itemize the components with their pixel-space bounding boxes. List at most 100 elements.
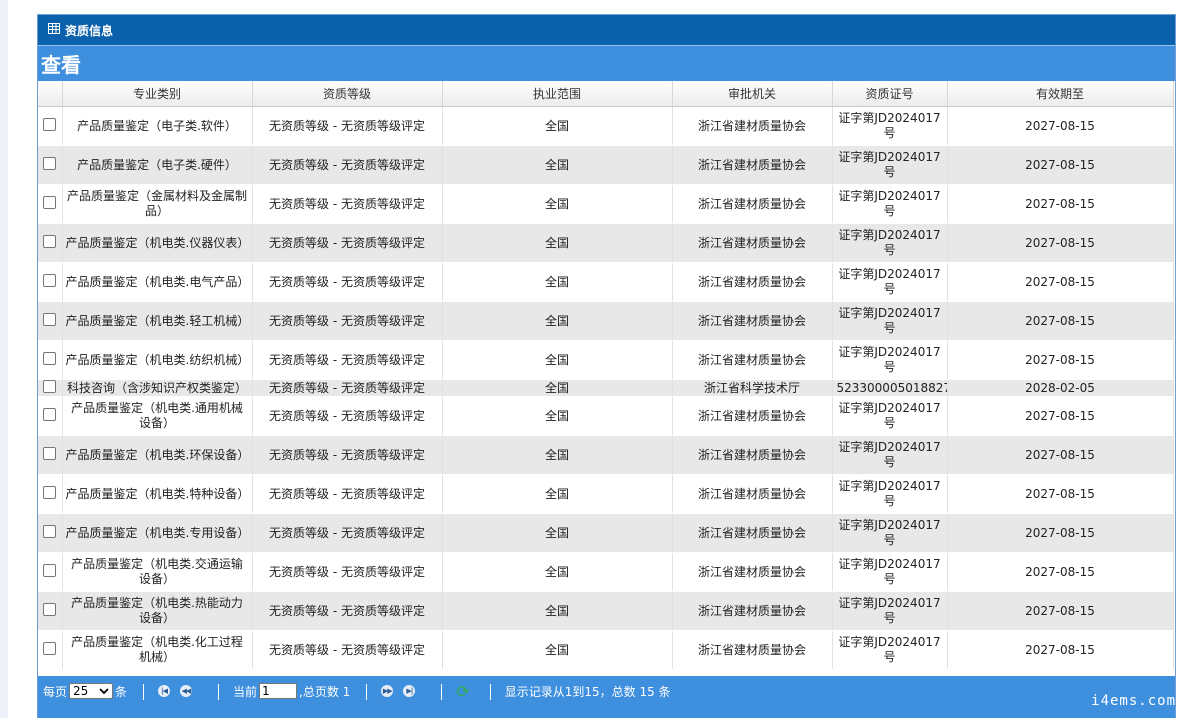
records-text: 显示记录从1到15，总数 15 条 xyxy=(504,684,671,699)
cell-level: 无资质等级 - 无资质等级评定 xyxy=(252,379,443,397)
row-checkbox[interactable] xyxy=(43,563,57,577)
cell-expiry: 2027-08-15 xyxy=(947,340,1174,380)
row-checkbox-cell xyxy=(38,552,63,592)
cell-scope: 全国 xyxy=(442,591,673,631)
cell-authority: 浙江省建材质量协会 xyxy=(672,474,833,514)
cell-category: 产品质量鉴定（机电类.特种设备） xyxy=(62,474,253,514)
prev-page-icon[interactable]: ◀◀ xyxy=(180,685,193,697)
cell-scope: 全国 xyxy=(442,223,673,263)
row-checkbox-cell xyxy=(38,474,63,514)
table-row[interactable]: 产品质量鉴定（机电类.仪器仪表） 无资质等级 - 无资质等级评定 全国 浙江省建材质量… xyxy=(38,223,1174,263)
cell-scope: 全国 xyxy=(442,340,673,380)
header-authority[interactable]: 审批机关 xyxy=(672,81,833,107)
row-checkbox[interactable] xyxy=(43,312,57,326)
cell-authority: 浙江省建材质量协会 xyxy=(672,513,833,553)
pager-separator xyxy=(143,684,145,700)
first-page-icon[interactable]: |◀ xyxy=(158,685,171,697)
table-row[interactable]: 产品质量鉴定（金属材料及金属制品） 无资质等级 - 无资质等级评定 全国 浙江省建材质… xyxy=(38,184,1174,224)
table-row[interactable]: 产品质量鉴定（机电类.环保设备） 无资质等级 - 无资质等级评定 全国 浙江省建材质量… xyxy=(38,435,1174,475)
cell-scope: 全国 xyxy=(442,145,673,185)
cell-cert-no: 证字第JD2024017号 xyxy=(832,591,948,631)
per-page-select[interactable]: 25 xyxy=(69,683,114,699)
pager-bar: 每页 25 条 |◀ ◀◀ 当前 1 ,总页数 1 ▶▶ ▶| ⟳ 显示记录从1… xyxy=(38,676,1175,718)
cell-cert-no: 证字第JD2024017号 xyxy=(832,262,948,302)
row-checkbox-cell xyxy=(38,435,63,475)
table-row[interactable]: 产品质量鉴定（机电类.交通运输设备） 无资质等级 - 无资质等级评定 全国 浙江省建材… xyxy=(38,552,1174,592)
header-expiry[interactable]: 有效期至 xyxy=(947,81,1174,107)
header-cert-no[interactable]: 资质证号 xyxy=(832,81,948,107)
cell-scope: 全国 xyxy=(442,513,673,553)
cell-expiry: 2027-08-15 xyxy=(947,552,1174,592)
row-checkbox-cell xyxy=(38,106,63,146)
row-checkbox-cell xyxy=(38,340,63,380)
row-checkbox-cell xyxy=(38,301,63,341)
table-row[interactable]: 产品质量鉴定（机电类.专用设备） 无资质等级 - 无资质等级评定 全国 浙江省建材质量… xyxy=(38,513,1174,553)
row-checkbox[interactable] xyxy=(43,117,57,131)
refresh-icon[interactable]: ⟳ xyxy=(456,682,469,701)
table-row[interactable]: 产品质量鉴定（电子类.硬件） 无资质等级 - 无资质等级评定 全国 浙江省建材质量协会… xyxy=(38,145,1174,185)
cell-category: 产品质量鉴定（机电类.环保设备） xyxy=(62,435,253,475)
table-row[interactable]: 产品质量鉴定（机电类.通用机械设备） 无资质等级 - 无资质等级评定 全国 浙江省建材… xyxy=(38,396,1174,436)
cell-expiry: 2027-08-15 xyxy=(947,184,1174,224)
table-row[interactable]: 产品质量鉴定（机电类.纺织机械） 无资质等级 - 无资质等级评定 全国 浙江省建材质量… xyxy=(38,340,1174,380)
table-row[interactable]: 产品质量鉴定（机电类.轻工机械） 无资质等级 - 无资质等级评定 全国 浙江省建材质量… xyxy=(38,301,1174,341)
cell-expiry: 2027-08-15 xyxy=(947,223,1174,263)
header-checkbox-col xyxy=(38,81,63,107)
cell-category: 产品质量鉴定（机电类.专用设备） xyxy=(62,513,253,553)
row-checkbox[interactable] xyxy=(43,195,57,209)
cell-category: 产品质量鉴定（机电类.通用机械设备） xyxy=(62,396,253,436)
cell-level: 无资质等级 - 无资质等级评定 xyxy=(252,552,443,592)
table-row[interactable]: 产品质量鉴定（机电类.电气产品） 无资质等级 - 无资质等级评定 全国 浙江省建材质量… xyxy=(38,262,1174,302)
cell-level: 无资质等级 - 无资质等级评定 xyxy=(252,145,443,185)
table-row[interactable]: 产品质量鉴定（机电类.热能动力设备） 无资质等级 - 无资质等级评定 全国 浙江省建材… xyxy=(38,591,1174,631)
last-page-icon[interactable]: ▶| xyxy=(403,685,416,697)
current-page-group: 当前 1 ,总页数 1 xyxy=(233,680,350,702)
qualification-panel: 资质信息 查看 专业类别 资质等级 执业范围 审批机关 资质证号 有效期至 产品… xyxy=(37,14,1176,718)
cell-category: 产品质量鉴定（机电类.化工过程机械） xyxy=(62,630,253,670)
row-checkbox[interactable] xyxy=(43,524,57,538)
cell-category: 产品质量鉴定（机电类.轻工机械） xyxy=(62,301,253,341)
cell-category: 科技咨询（含涉知识产权类鉴定） xyxy=(62,379,253,397)
row-checkbox[interactable] xyxy=(43,379,57,393)
qualification-grid: 专业类别 资质等级 执业范围 审批机关 资质证号 有效期至 产品质量鉴定（电子类… xyxy=(38,81,1175,676)
header-level[interactable]: 资质等级 xyxy=(252,81,443,107)
cell-category: 产品质量鉴定（机电类.仪器仪表） xyxy=(62,223,253,263)
panel-header: 资质信息 xyxy=(38,15,1175,45)
table-row[interactable]: 产品质量鉴定（电子类.软件） 无资质等级 - 无资质等级评定 全国 浙江省建材质量协会… xyxy=(38,106,1174,146)
row-checkbox[interactable] xyxy=(43,156,57,170)
cell-authority: 浙江省建材质量协会 xyxy=(672,591,833,631)
header-category[interactable]: 专业类别 xyxy=(62,81,253,107)
cell-category: 产品质量鉴定（机电类.热能动力设备） xyxy=(62,591,253,631)
table-row[interactable]: 科技咨询（含涉知识产权类鉴定） 无资质等级 - 无资质等级评定 全国 浙江省科学技术厅… xyxy=(38,379,1174,397)
cell-scope: 全国 xyxy=(442,630,673,670)
row-checkbox-cell xyxy=(38,223,63,263)
row-checkbox[interactable] xyxy=(43,446,57,460)
row-checkbox[interactable] xyxy=(43,234,57,248)
cell-cert-no: 证字第JD2024017号 xyxy=(832,435,948,475)
row-checkbox[interactable] xyxy=(43,351,57,365)
cell-scope: 全国 xyxy=(442,552,673,592)
header-scope[interactable]: 执业范围 xyxy=(442,81,673,107)
cell-category: 产品质量鉴定（机电类.电气产品） xyxy=(62,262,253,302)
row-checkbox[interactable] xyxy=(43,273,57,287)
cell-expiry: 2027-08-15 xyxy=(947,396,1174,436)
row-checkbox[interactable] xyxy=(43,485,57,499)
cell-scope: 全国 xyxy=(442,396,673,436)
next-page-icon[interactable]: ▶▶ xyxy=(381,685,394,697)
row-checkbox-cell xyxy=(38,513,63,553)
row-checkbox[interactable] xyxy=(43,407,57,421)
table-row[interactable]: 产品质量鉴定（机电类.特种设备） 无资质等级 - 无资质等级评定 全国 浙江省建材质量… xyxy=(38,474,1174,514)
cell-expiry: 2027-08-15 xyxy=(947,630,1174,670)
row-checkbox-cell xyxy=(38,396,63,436)
cell-cert-no: 证字第JD2024017号 xyxy=(832,106,948,146)
cell-authority: 浙江省建材质量协会 xyxy=(672,630,833,670)
row-checkbox[interactable] xyxy=(43,602,57,616)
cell-scope: 全国 xyxy=(442,474,673,514)
cell-expiry: 2027-08-15 xyxy=(947,474,1174,514)
table-icon xyxy=(48,23,60,37)
row-checkbox-cell xyxy=(38,630,63,670)
table-row[interactable]: 产品质量鉴定（机电类.化工过程机械） 无资质等级 - 无资质等级评定 全国 浙江省建材… xyxy=(38,630,1174,670)
row-checkbox[interactable] xyxy=(43,641,57,655)
cell-cert-no: 证字第JD2024017号 xyxy=(832,552,948,592)
current-page-input[interactable]: 1 xyxy=(259,683,298,699)
